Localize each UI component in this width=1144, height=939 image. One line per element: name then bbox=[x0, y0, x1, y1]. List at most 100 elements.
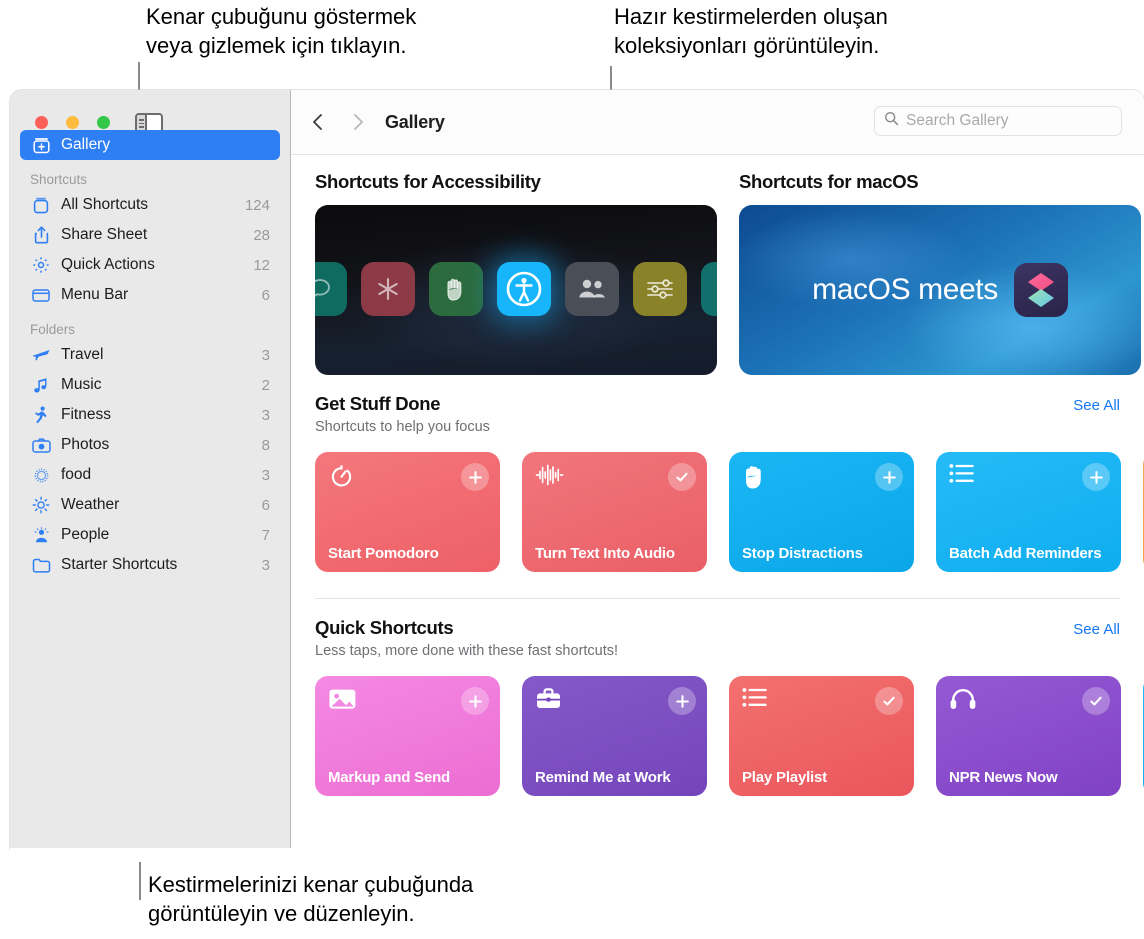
search-field[interactable] bbox=[874, 106, 1122, 136]
shortcut-card-npr-news-now[interactable]: NPR News Now bbox=[936, 676, 1121, 796]
menubar-icon bbox=[30, 285, 52, 305]
see-all-link[interactable]: See All bbox=[1073, 621, 1120, 638]
sidebar-header-folders: Folders bbox=[30, 322, 76, 337]
two-persons-icon bbox=[565, 262, 619, 316]
sidebar-item-count: 3 bbox=[261, 466, 270, 484]
added-check-badge[interactable] bbox=[1082, 687, 1110, 715]
sidebar-item-count: 3 bbox=[261, 346, 270, 364]
shortcut-card-batch-add-reminders[interactable]: Batch Add Reminders bbox=[936, 452, 1121, 572]
detail-pane: Gallery Shortcuts for Accessibilit bbox=[290, 90, 1144, 850]
callout-leader-line bbox=[139, 862, 141, 900]
sidebar-item-quick-actions[interactable]: Quick Actions 12 bbox=[20, 250, 280, 280]
added-check-badge[interactable] bbox=[875, 687, 903, 715]
sidebar-item-share-sheet[interactable]: Share Sheet 28 bbox=[20, 220, 280, 250]
window-controls bbox=[35, 116, 110, 129]
section-get-stuff-done: Get Stuff Done Shortcuts to help you foc… bbox=[291, 375, 1144, 572]
sidebar-item-starter-shortcuts[interactable]: Starter Shortcuts 3 bbox=[20, 550, 280, 580]
chevron-right-icon[interactable] bbox=[345, 109, 371, 135]
sparkle-icon bbox=[701, 262, 717, 316]
sidebar-item-food[interactable]: food 3 bbox=[20, 460, 280, 490]
shortcut-card-name: Remind Me at Work bbox=[535, 769, 671, 786]
sidebar-item-people[interactable]: People 7 bbox=[20, 520, 280, 550]
sidebar-item-count: 7 bbox=[261, 526, 270, 544]
section-header: Get Stuff Done Shortcuts to help you foc… bbox=[315, 375, 1120, 435]
sidebar-item-weather[interactable]: Weather 6 bbox=[20, 490, 280, 520]
asterisk-icon bbox=[361, 262, 415, 316]
chevron-left-icon[interactable] bbox=[305, 109, 331, 135]
sidebar-item-label: Share Sheet bbox=[61, 226, 148, 243]
sparkle-circle-icon bbox=[30, 465, 52, 485]
sidebar-item-label: Starter Shortcuts bbox=[61, 556, 178, 573]
screenshot-stage: Kenar çubuğunu göstermek veya gizlemek i… bbox=[0, 0, 1144, 939]
sidebar-item-label: Fitness bbox=[61, 406, 111, 423]
waveform-icon bbox=[535, 463, 564, 492]
sidebar-item-count: 8 bbox=[261, 436, 270, 454]
sidebar-item-label: Quick Actions bbox=[61, 256, 155, 273]
list-bullet-icon bbox=[949, 463, 975, 489]
sidebar-item-all-shortcuts[interactable]: All Shortcuts 124 bbox=[20, 190, 280, 220]
banner-accessibility[interactable]: Shortcuts for Accessibility bbox=[315, 171, 717, 375]
banner-title: Shortcuts for Accessibility bbox=[315, 171, 541, 192]
hand-raised-icon bbox=[742, 463, 766, 495]
sidebar-item-label: All Shortcuts bbox=[61, 196, 149, 213]
sidebar-item-fitness[interactable]: Fitness 3 bbox=[20, 400, 280, 430]
add-shortcut-button[interactable] bbox=[875, 463, 903, 491]
shortcut-card-turn-text-into-audio[interactable]: Turn Text Into Audio bbox=[522, 452, 707, 572]
accessibility-icon bbox=[497, 262, 551, 316]
gallery-content[interactable]: Shortcuts for Accessibility Shortcuts fo… bbox=[291, 155, 1144, 850]
banner-macos[interactable]: Shortcuts for macOS macOS meets bbox=[739, 171, 1141, 375]
shortcut-card-stop-distractions[interactable]: Stop Distractions bbox=[729, 452, 914, 572]
sidebar-item-travel[interactable]: Travel 3 bbox=[20, 340, 280, 370]
window-bottom-edge bbox=[10, 848, 1144, 851]
added-check-badge[interactable] bbox=[668, 463, 696, 491]
see-all-link[interactable]: See All bbox=[1073, 397, 1120, 414]
minimize-button[interactable] bbox=[66, 116, 79, 129]
shortcut-card-name: Stop Distractions bbox=[742, 545, 863, 562]
banner-image-macos[interactable]: macOS meets bbox=[739, 205, 1141, 375]
shortcut-card-name: Batch Add Reminders bbox=[949, 545, 1102, 562]
callout-sidebar-shortcuts: Kestirmelerinizi kenar çubuğunda görüntü… bbox=[148, 872, 474, 926]
add-shortcut-button[interactable] bbox=[461, 463, 489, 491]
list-bullet-icon bbox=[742, 687, 768, 713]
sliders-icon bbox=[633, 262, 687, 316]
sidebar-item-photos[interactable]: Photos 8 bbox=[20, 430, 280, 460]
sidebar-item-music[interactable]: Music 2 bbox=[20, 370, 280, 400]
add-shortcut-button[interactable] bbox=[461, 687, 489, 715]
search-input[interactable] bbox=[906, 112, 1112, 130]
briefcase-icon bbox=[535, 687, 562, 717]
runner-icon bbox=[30, 405, 52, 425]
sidebar-item-label: Menu Bar bbox=[61, 286, 129, 303]
photo-icon bbox=[328, 687, 357, 716]
sidebar-item-count: 6 bbox=[261, 496, 270, 514]
shortcut-card-start-pomodoro[interactable]: Start Pomodoro bbox=[315, 452, 500, 572]
sidebar-item-count: 3 bbox=[261, 556, 270, 574]
shortcut-card-play-playlist[interactable]: Play Playlist bbox=[729, 676, 914, 796]
card-row: Start Pomodoro Turn Text Into Audio Stop… bbox=[315, 452, 1144, 572]
banner-image-accessibility[interactable] bbox=[315, 205, 717, 375]
sidebar-item-gallery[interactable]: Gallery bbox=[20, 130, 280, 160]
sidebar-item-count: 12 bbox=[253, 256, 270, 274]
maximize-button[interactable] bbox=[97, 116, 110, 129]
section-header: Quick Shortcuts Less taps, more done wit… bbox=[315, 599, 1120, 659]
sidebar-item-label: Music bbox=[61, 376, 102, 393]
sidebar-item-count: 2 bbox=[261, 376, 270, 394]
search-icon bbox=[884, 111, 899, 131]
close-button[interactable] bbox=[35, 116, 48, 129]
sidebar-item-label: People bbox=[61, 526, 110, 543]
shortcut-card-name: NPR News Now bbox=[949, 769, 1058, 786]
shortcut-card-markup-and-send[interactable]: Markup and Send bbox=[315, 676, 500, 796]
sidebar-item-menu-bar[interactable]: Menu Bar 6 bbox=[20, 280, 280, 310]
section-subtitle: Less taps, more done with these fast sho… bbox=[315, 643, 619, 659]
shortcut-card-name: Markup and Send bbox=[328, 769, 451, 786]
page-title: Gallery bbox=[385, 111, 445, 132]
section-title: Get Stuff Done bbox=[315, 393, 441, 414]
airplane-icon bbox=[30, 345, 52, 365]
shortcut-card-name: Play Playlist bbox=[742, 769, 827, 786]
add-shortcut-button[interactable] bbox=[668, 687, 696, 715]
folder-icon bbox=[30, 555, 52, 575]
banner-row: Shortcuts for Accessibility Shortcuts fo… bbox=[291, 171, 1144, 375]
shortcut-card-remind-me-at-work[interactable]: Remind Me at Work bbox=[522, 676, 707, 796]
section-title: Quick Shortcuts bbox=[315, 617, 454, 638]
sidebar-item-count: 124 bbox=[244, 196, 270, 214]
add-shortcut-button[interactable] bbox=[1082, 463, 1110, 491]
